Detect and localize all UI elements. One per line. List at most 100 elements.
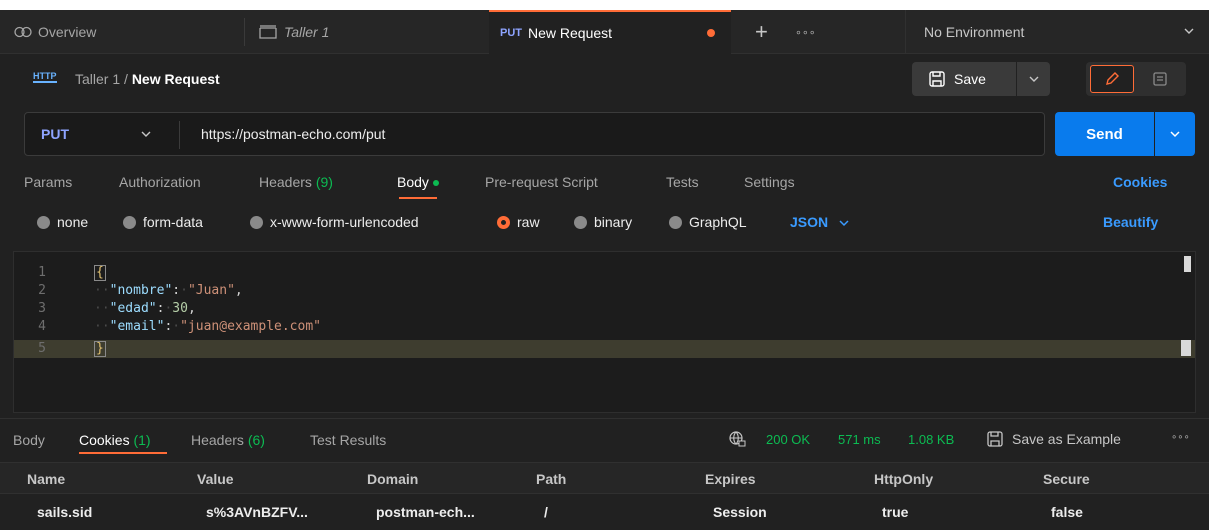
response-tab-cookies[interactable]: Cookies (1): [79, 432, 151, 448]
collection-icon: [258, 25, 278, 39]
open-brace: {: [94, 265, 106, 281]
radio-x-www-form-urlencoded[interactable]: x-www-form-urlencoded: [250, 214, 419, 230]
response-tab-test-results[interactable]: Test Results: [310, 432, 386, 448]
tab-label: Taller 1: [284, 24, 330, 40]
more-tabs-button[interactable]: ∘∘∘: [795, 10, 816, 54]
chevron-down-icon: [1169, 128, 1181, 140]
docs-mode-button[interactable]: [1138, 65, 1182, 93]
line-number: 2: [38, 283, 46, 298]
radio-dot: [574, 215, 587, 229]
radio-none[interactable]: none: [37, 214, 88, 230]
json-value: "juan@example.com": [180, 319, 321, 334]
postman-window: Overview Taller 1 PUT New Request + ∘∘∘ …: [0, 10, 1209, 530]
breadcrumb-request[interactable]: New Request: [132, 71, 220, 87]
overview-icon: [14, 25, 32, 39]
response-tab-body[interactable]: Body: [13, 432, 45, 448]
cookies-count: (1): [133, 432, 151, 448]
close-brace: }: [94, 341, 106, 357]
response-tab-headers[interactable]: Headers (6): [191, 432, 265, 448]
save-button[interactable]: Save: [912, 62, 1016, 96]
status-code[interactable]: 200 OK: [766, 432, 810, 447]
json-key: "edad": [109, 301, 157, 316]
table-row[interactable]: sails.sid s%3AVnBZFV... postman-ech... /…: [0, 494, 1209, 530]
line-number: 5: [38, 341, 46, 356]
body-editor[interactable]: 1 { 2 ··"nombre":·"Juan", 3 ··"edad":·30…: [13, 251, 1196, 413]
cookies-table-header: Name Value Domain Path Expires HttpOnly …: [0, 462, 1209, 494]
tab-collection[interactable]: Taller 1: [258, 10, 329, 54]
json-value: 30: [172, 301, 188, 316]
radio-label: GraphQL: [689, 214, 747, 230]
tab-headers[interactable]: Headers (9): [259, 174, 333, 190]
send-button[interactable]: Send: [1055, 112, 1154, 156]
chevron-down-icon[interactable]: [140, 127, 152, 143]
code-text: ··"email":·"juan@example.com": [94, 319, 321, 334]
active-tab-underline: [399, 197, 437, 199]
code-line: 1 {: [14, 264, 1195, 282]
response-time[interactable]: 571 ms: [838, 432, 881, 447]
radio-label: none: [57, 214, 89, 230]
response-size[interactable]: 1.08 KB: [908, 432, 954, 447]
tab-tests[interactable]: Tests: [666, 174, 699, 190]
unsaved-dot: [707, 29, 715, 37]
json-key: "nombre": [109, 283, 173, 298]
radio-label: x-www-form-urlencoded: [270, 214, 419, 230]
chevron-down-icon: [1183, 24, 1195, 40]
cookie-domain: postman-ech...: [376, 504, 475, 520]
tab-label: Overview: [38, 24, 97, 40]
edit-mode-button[interactable]: [1090, 65, 1134, 93]
json-key: "email": [109, 319, 165, 334]
url-bar: PUT https://postman-echo.com/put: [24, 112, 1045, 156]
tab-label: Headers: [191, 432, 244, 448]
globe-icon[interactable]: [728, 430, 746, 448]
tab-new-request[interactable]: PUT New Request: [489, 10, 731, 54]
body-indicator-dot: [432, 180, 439, 187]
column-header: Domain: [367, 471, 419, 487]
radio-graphql[interactable]: GraphQL: [669, 214, 747, 230]
send-dropdown-button[interactable]: [1155, 112, 1195, 156]
json-trail: ,: [187, 301, 196, 316]
tab-pre-request-script[interactable]: Pre-request Script: [485, 174, 598, 190]
method-select[interactable]: PUT: [41, 126, 69, 142]
tab-authorization[interactable]: Authorization: [119, 174, 201, 190]
cookie-httponly: true: [882, 504, 909, 520]
url-input[interactable]: https://postman-echo.com/put: [201, 126, 385, 142]
pencil-icon: [1104, 71, 1120, 87]
radio-form-data[interactable]: form-data: [123, 214, 203, 230]
save-as-example-button[interactable]: Save as Example: [986, 430, 1121, 448]
save-label: Save: [954, 71, 986, 87]
line-number: 4: [38, 319, 46, 334]
tab-body[interactable]: Body: [397, 174, 439, 190]
breadcrumb-separator: /: [124, 71, 128, 87]
line-number: 1: [38, 265, 46, 280]
tab-divider: [244, 18, 245, 46]
breadcrumb-collection[interactable]: Taller 1: [75, 71, 120, 87]
code-line: 3 ··"edad":·30,: [14, 300, 1195, 318]
tab-overview[interactable]: Overview: [14, 10, 96, 54]
tab-settings[interactable]: Settings: [744, 174, 795, 190]
environment-label: No Environment: [924, 24, 1025, 40]
http-icon: HTTP: [33, 71, 57, 83]
column-header: Path: [536, 471, 567, 487]
tab-method: PUT: [500, 27, 522, 39]
radio-binary[interactable]: binary: [574, 214, 632, 230]
new-tab-button[interactable]: +: [755, 10, 768, 54]
more-options-icon[interactable]: ∘∘∘: [1171, 432, 1190, 443]
save-dropdown-button[interactable]: [1017, 62, 1050, 96]
tab-params[interactable]: Params: [24, 174, 72, 190]
environment-selector[interactable]: No Environment: [905, 10, 1209, 54]
radio-dot: [37, 215, 50, 229]
code-text: {: [94, 265, 106, 281]
radio-raw[interactable]: raw: [497, 214, 540, 230]
editor-scrollbar[interactable]: [1184, 256, 1191, 272]
beautify-link[interactable]: Beautify: [1103, 214, 1158, 230]
tab-label: Body: [397, 174, 429, 190]
cookies-link[interactable]: Cookies: [1113, 174, 1167, 190]
response-headers-count: (6): [247, 432, 265, 448]
column-header: Name: [27, 471, 66, 487]
tab-label: Cookies: [79, 432, 130, 448]
radio-label: raw: [517, 214, 540, 230]
code-line: 2 ··"nombre":·"Juan",: [14, 282, 1195, 300]
radio-dot: [250, 215, 263, 229]
code-text: ··"edad":·30,: [94, 301, 196, 316]
language-select[interactable]: JSON: [790, 214, 850, 230]
